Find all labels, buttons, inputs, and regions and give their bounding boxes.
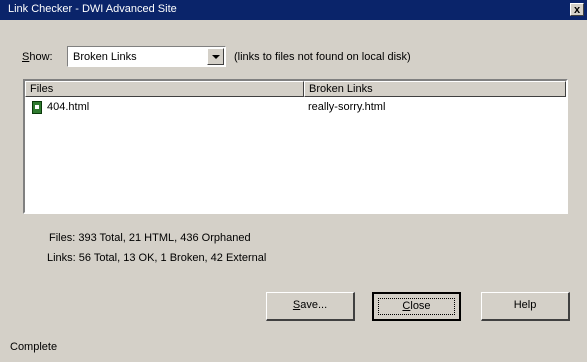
close-button-rest: lose	[410, 300, 431, 312]
close-button-label: Close	[402, 300, 430, 312]
show-label: Show:	[22, 51, 53, 63]
save-button[interactable]: Save...	[266, 292, 355, 321]
results-list[interactable]: Files Broken Links 404.html really-sorry…	[23, 79, 568, 214]
help-button[interactable]: Help	[481, 292, 570, 321]
save-button-rest: ave...	[300, 299, 328, 311]
list-header: Files Broken Links	[25, 81, 566, 97]
list-item[interactable]: 404.html really-sorry.html	[25, 100, 566, 116]
close-icon[interactable]: x	[570, 3, 584, 16]
column-header-broken-links[interactable]: Broken Links	[304, 81, 566, 97]
close-button[interactable]: Close	[372, 292, 461, 321]
chevron-down-icon[interactable]	[207, 48, 224, 65]
save-button-label: Save...	[293, 299, 327, 311]
list-item-broken-link: really-sorry.html	[308, 101, 386, 113]
list-item-file: 404.html	[47, 101, 90, 113]
title-bar: Link Checker - DWI Advanced Site x	[0, 0, 587, 20]
column-header-files[interactable]: Files	[25, 81, 304, 97]
window-title: Link Checker - DWI Advanced Site	[8, 3, 177, 15]
show-label-rest: how:	[29, 51, 53, 63]
show-dropdown[interactable]: Broken Links	[67, 46, 226, 67]
filter-hint: (links to files not found on local disk)	[234, 51, 411, 63]
html-file-icon	[32, 101, 42, 114]
status-text: Complete	[10, 341, 58, 353]
links-summary: Links: 56 Total, 13 OK, 1 Broken, 42 Ext…	[47, 252, 267, 264]
help-button-label: Help	[513, 299, 537, 311]
files-summary: Files: 393 Total, 21 HTML, 436 Orphaned	[49, 232, 251, 244]
show-dropdown-value: Broken Links	[73, 51, 137, 63]
